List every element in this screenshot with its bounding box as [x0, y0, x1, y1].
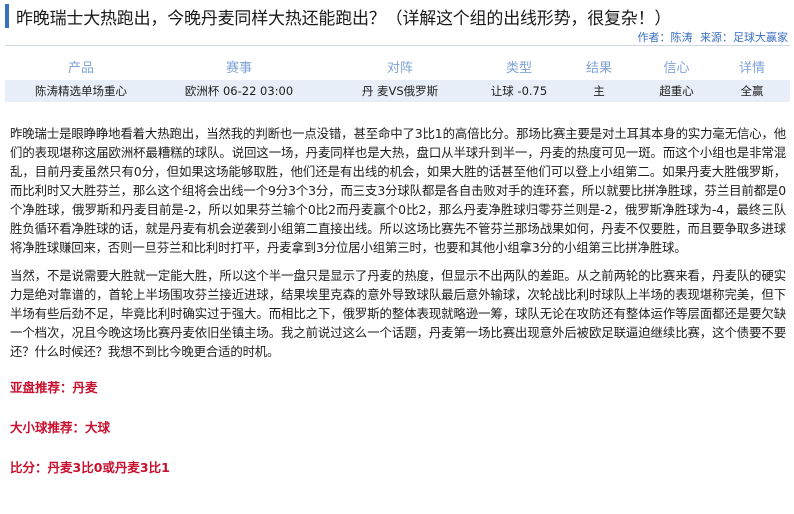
column-header: 赛事 — [225, 60, 252, 76]
column-header: 详情 — [738, 60, 765, 76]
article-paragraph: 昨晚瑞士是眼睁睁地看着大热跑出，当然我的判断也一点没错，甚至命中了3比1的高倍比… — [10, 126, 786, 255]
column-header: 产品 — [67, 60, 94, 76]
author-label: 作者：陈涛 — [637, 31, 693, 44]
column-header: 信心 — [663, 60, 690, 76]
table-header: 产品 赛事 对阵 类型 结果 信心 详情 — [5, 55, 790, 77]
table-cell-matchup: 丹 麦VS俄罗斯 — [361, 84, 439, 98]
table-cell-product: 陈涛精选单场重心 — [35, 84, 127, 98]
table-cell-type: 让球 -0.75 — [490, 84, 548, 98]
handicap-recommendation: 亚盘推荐：丹麦 — [10, 380, 98, 395]
score-prediction: 比分：丹麦3比0或丹麦3比1 — [10, 460, 170, 475]
table-row: 陈涛精选单场重心 欧洲杯 06-22 03:00 丹 麦VS俄罗斯 让球 -0.… — [5, 80, 790, 102]
article-title: 昨晚瑞士大热跑出，今晚丹麦同样大热还能跑出？（详解这个组的出线形势，很复杂！） — [16, 8, 672, 29]
table-cell-details: 全赢 — [740, 84, 764, 98]
table-cell-confidence: 超重心 — [659, 84, 694, 98]
source-label: 来源：足球大赢家 — [700, 31, 788, 44]
article-body: 昨晚瑞士是眼睁睁地看着大热跑出，当然我的判断也一点没错，甚至命中了3比1的高倍比… — [10, 124, 786, 476]
header-divider — [5, 45, 790, 46]
table-cell-result: 主 — [593, 84, 605, 98]
over-under-recommendation: 大小球推荐：大球 — [10, 420, 111, 435]
column-header: 类型 — [505, 60, 532, 76]
prediction-table: 产品 赛事 对阵 类型 结果 信心 详情 陈涛精选单场重心 欧洲杯 06-22 … — [5, 55, 790, 102]
column-header: 对阵 — [386, 60, 413, 76]
table-cell-event: 欧洲杯 06-22 03:00 — [184, 84, 294, 98]
article-title-bar: 昨晚瑞士大热跑出，今晚丹麦同样大热还能跑出？（详解这个组的出线形势，很复杂！） — [5, 4, 790, 29]
article-paragraph: 当然，不是说需要大胜就一定能大胜，所以这个半一盘只是显示了丹麦的热度，但显示不出… — [10, 268, 786, 359]
column-header: 结果 — [585, 60, 612, 76]
article-meta: 作者：陈涛 来源：足球大赢家 — [634, 29, 789, 45]
